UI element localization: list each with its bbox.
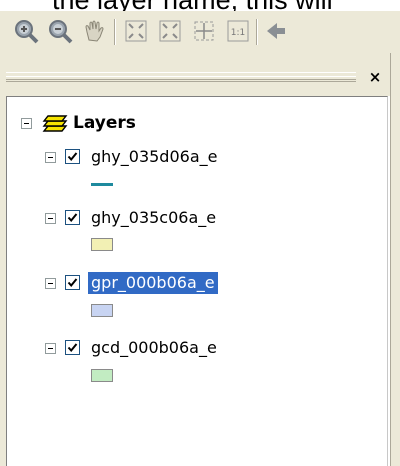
line-symbol-swatch[interactable] — [91, 183, 113, 186]
layer-visibility-checkbox[interactable] — [65, 210, 80, 225]
layer-visibility-checkbox[interactable] — [65, 340, 80, 355]
panel-close-button[interactable]: × — [366, 68, 384, 86]
fill-symbol-swatch[interactable] — [91, 304, 113, 317]
toolbar-separator — [256, 19, 258, 45]
zoom-in-button[interactable] — [12, 17, 40, 45]
fixed-zoom-out-icon — [159, 20, 181, 42]
zoom-out-button[interactable] — [46, 17, 74, 45]
magnifier-minus-icon — [49, 20, 73, 44]
zoom-to-scale-button[interactable]: 1:1 — [224, 17, 252, 45]
fill-symbol-swatch[interactable] — [91, 369, 113, 382]
layer-name-label[interactable]: gcd_000b06a_e — [88, 337, 220, 359]
layer-collapse-toggle[interactable] — [45, 213, 56, 224]
back-arrow-icon — [267, 23, 285, 39]
layer-visibility-checkbox[interactable] — [65, 275, 80, 290]
previous-extent-button[interactable] — [262, 17, 290, 45]
checkmark-icon — [67, 343, 78, 353]
layer-collapse-toggle[interactable] — [45, 278, 56, 289]
fixed-zoom-out-button[interactable] — [156, 17, 184, 45]
hand-icon — [85, 20, 104, 42]
one-to-one-icon: 1:1 — [227, 20, 249, 42]
layers-collapse-toggle[interactable] — [21, 118, 32, 129]
checkmark-icon — [67, 278, 78, 288]
layer-name-label[interactable]: ghy_035d06a_e — [88, 146, 220, 168]
map-view-edge — [390, 53, 400, 466]
layers-icon — [42, 115, 68, 132]
layer-name-label[interactable]: ghy_035c06a_e — [88, 207, 219, 229]
map-toolbar: 1:1 — [0, 11, 400, 54]
layer-name-label-selected[interactable]: gpr_000b06a_e — [88, 272, 218, 294]
panel-grip[interactable] — [6, 76, 356, 82]
checkmark-icon — [67, 152, 78, 162]
fixed-zoom-in-icon — [125, 20, 147, 42]
full-extent-icon — [194, 21, 214, 41]
toolbar-separator — [114, 19, 116, 45]
pan-button[interactable] — [80, 17, 108, 45]
magnifier-plus-icon — [15, 20, 39, 44]
fill-symbol-swatch[interactable] — [91, 238, 113, 251]
full-extent-button[interactable] — [190, 17, 218, 45]
layer-visibility-checkbox[interactable] — [65, 149, 80, 164]
fixed-zoom-in-button[interactable] — [122, 17, 150, 45]
table-of-contents: Layers ghy_035d06a_e ghy_035c06a_e gpr_0… — [6, 96, 388, 466]
layer-collapse-toggle[interactable] — [45, 343, 56, 354]
checkmark-icon — [67, 213, 78, 223]
layers-root-label[interactable]: Layers — [73, 112, 136, 134]
layer-collapse-toggle[interactable] — [45, 152, 56, 163]
svg-text:1:1: 1:1 — [231, 28, 245, 38]
